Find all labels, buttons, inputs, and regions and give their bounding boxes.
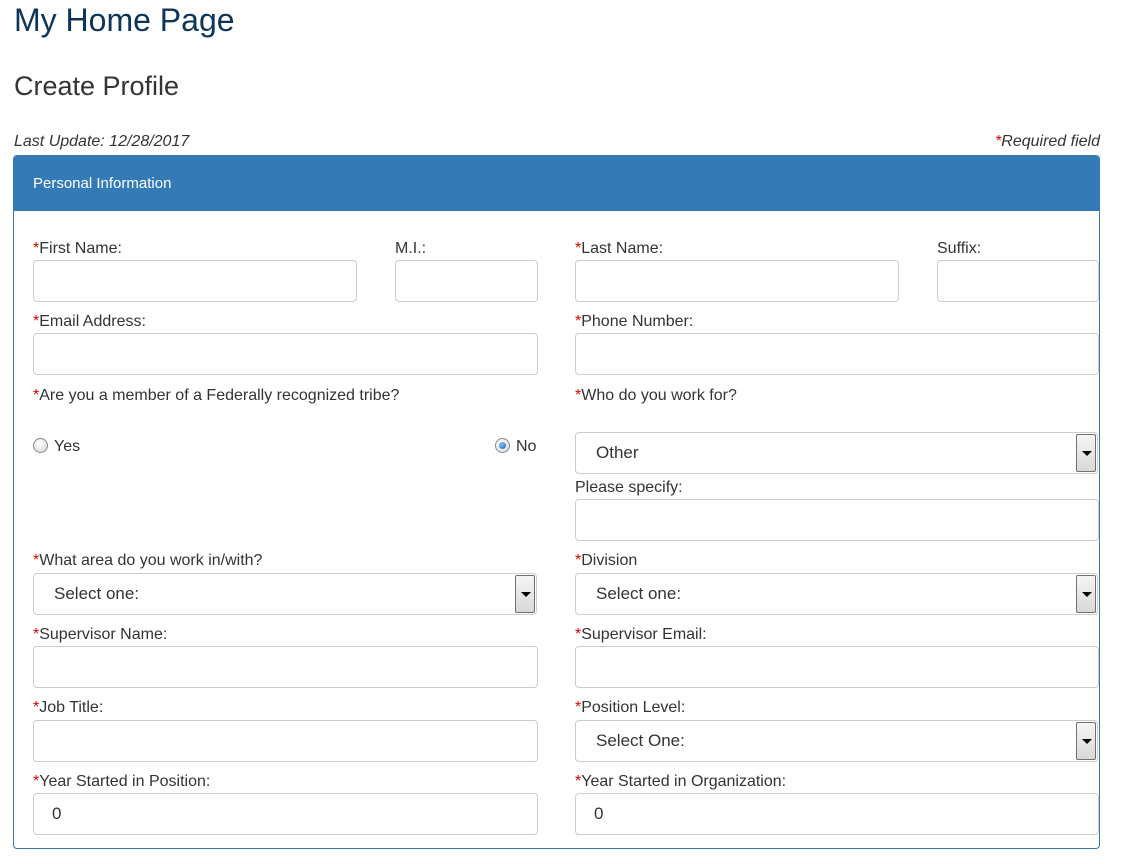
label-text: Phone Number: [581,313,694,330]
supervisor-name-input[interactable] [33,646,538,688]
supervisor-email-input[interactable] [575,646,1099,688]
chevron-down-icon[interactable] [1076,434,1096,472]
employer-select[interactable]: Other [575,432,1098,474]
email-input[interactable] [33,333,538,375]
phone-input[interactable] [575,333,1099,375]
tribe-yes-radio[interactable] [33,438,48,453]
please-specify-input[interactable] [575,499,1099,541]
chevron-down-icon[interactable] [515,575,535,613]
employer-selected-value: Other [596,443,639,462]
work-area-select[interactable]: Select one: [33,573,537,615]
label-text: Year Started in Organization: [581,773,787,790]
label-text: Last Name: [581,240,664,257]
tribe-no-label[interactable]: No [516,438,536,456]
chevron-down-icon[interactable] [1076,575,1096,613]
label-text: Position Level: [581,699,686,716]
label-text: First Name: [39,240,122,257]
label-text: Division [581,552,638,569]
phone-label: *Phone Number: [575,313,693,331]
label-text: Job Title: [39,699,104,716]
mi-label: M.I.: [395,240,427,257]
mi-input[interactable] [395,260,538,302]
please-specify-label: Please specify: [575,479,683,496]
required-note-text: Required field [1001,133,1100,150]
last-name-input[interactable] [575,260,899,302]
division-select[interactable]: Select one: [575,573,1098,615]
job-title-input[interactable] [33,720,538,762]
label-text: Who do you work for? [581,387,737,404]
work-area-label: *What area do you work in/with? [33,552,262,570]
tribe-yes-label[interactable]: Yes [54,438,80,456]
label-text: Supervisor Email: [581,626,707,643]
label-text: Supervisor Name: [39,626,168,643]
tribe-question-label: *Are you a member of a Federally recogni… [33,387,399,405]
year-org-input[interactable]: 0 [575,793,1099,835]
suffix-input[interactable] [937,260,1099,302]
email-label: *Email Address: [33,313,146,331]
year-position-input[interactable]: 0 [33,793,538,835]
division-selected-value: Select one: [596,584,682,603]
job-title-label: *Job Title: [33,699,103,717]
panel-heading: Personal Information [14,156,1099,211]
label-text: Email Address: [39,313,146,330]
position-level-select[interactable]: Select One: [575,720,1098,762]
required-field-note: *Required field [995,133,1100,151]
employer-label: *Who do you work for? [575,387,737,405]
last-name-label: *Last Name: [575,240,663,258]
year-org-label: *Year Started in Organization: [575,773,786,791]
tribe-no-radio[interactable] [495,438,510,453]
first-name-label: *First Name: [33,240,122,258]
chevron-down-icon[interactable] [1076,722,1096,760]
label-text: Year Started in Position: [39,773,211,790]
supervisor-name-label: *Supervisor Name: [33,626,167,644]
work-area-selected-value: Select one: [54,584,140,603]
position-level-label: *Position Level: [575,699,685,717]
year-position-label: *Year Started in Position: [33,773,210,791]
suffix-label: Suffix: [937,240,982,257]
position-level-selected-value: Select One: [596,731,685,750]
last-update: Last Update: 12/28/2017 [14,133,190,150]
supervisor-email-label: *Supervisor Email: [575,626,707,644]
first-name-input[interactable] [33,260,357,302]
label-text: What area do you work in/with? [39,552,263,569]
section-title: Create Profile [14,71,180,101]
division-label: *Division [575,552,637,570]
page-title: My Home Page [14,2,235,38]
label-text: Are you a member of a Federally recogniz… [39,387,400,404]
